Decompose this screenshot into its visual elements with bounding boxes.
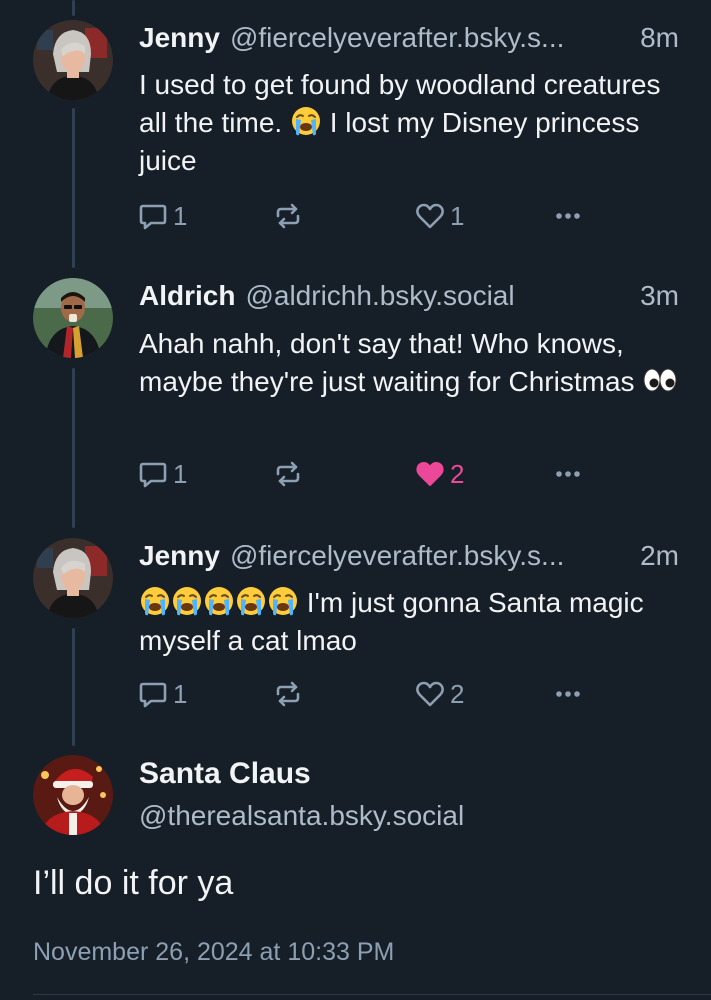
- avatar[interactable]: [33, 538, 113, 618]
- post-time[interactable]: 8m: [640, 22, 679, 54]
- main-post-text: I’ll do it for ya: [33, 864, 234, 902]
- santa-avatar[interactable]: [33, 755, 113, 835]
- heart-filled-icon: [414, 458, 446, 490]
- post-actions: 1 2: [137, 456, 597, 492]
- reply-button[interactable]: 1: [137, 456, 187, 492]
- like-count: 2: [450, 458, 465, 489]
- more-dots-icon: [552, 200, 584, 232]
- repost-button[interactable]: [272, 198, 308, 234]
- post-text: I used to get found by woodland creature…: [139, 66, 679, 180]
- like-button[interactable]: 2: [414, 676, 464, 712]
- more-options-button[interactable]: [552, 456, 584, 492]
- heart-icon: [414, 678, 446, 710]
- crying-face-icon: [290, 105, 322, 137]
- thread-post-3[interactable]: Jenny @fiercelyeverafter.bsky.s... 2m I'…: [0, 520, 711, 750]
- post-text-part: Ahah nahh, don't say that! Who knows, ma…: [139, 328, 635, 397]
- like-button[interactable]: 2: [414, 456, 464, 492]
- thread-post-1[interactable]: Jenny @fiercelyeverafter.bsky.s... 8m I …: [0, 0, 711, 260]
- like-button[interactable]: 1: [414, 198, 464, 234]
- reply-count: 1: [173, 458, 188, 489]
- author-handle[interactable]: @fiercelyeverafter.bsky.s...: [230, 540, 628, 572]
- post-time[interactable]: 2m: [640, 540, 679, 572]
- crying-face-icon: [235, 585, 267, 617]
- main-author-handle[interactable]: @therealsanta.bsky.social: [139, 800, 464, 832]
- more-dots-icon: [552, 458, 584, 490]
- post-time[interactable]: 3m: [640, 280, 679, 312]
- repost-arrows-icon: [272, 458, 304, 490]
- crying-face-icon: [171, 585, 203, 617]
- author-name[interactable]: Jenny: [139, 540, 220, 572]
- crying-face-icon: [139, 585, 171, 617]
- main-post-timestamp[interactable]: November 26, 2024 at 10:33 PM: [33, 938, 394, 967]
- repost-button[interactable]: [272, 456, 308, 492]
- repost-arrows-icon: [272, 678, 304, 710]
- repost-button[interactable]: [272, 676, 308, 712]
- more-options-button[interactable]: [552, 676, 584, 712]
- author-name[interactable]: Jenny: [139, 22, 220, 54]
- crying-face-icon: [267, 585, 299, 617]
- post-actions: 1 2: [137, 676, 597, 712]
- reply-count: 1: [173, 678, 188, 709]
- avatar[interactable]: [33, 20, 113, 100]
- more-dots-icon: [552, 678, 584, 710]
- avatar[interactable]: [33, 278, 113, 358]
- reply-bubble-icon: [137, 200, 169, 232]
- crying-face-icon: [203, 585, 235, 617]
- reply-button[interactable]: 1: [137, 676, 187, 712]
- eyes-icon: [643, 368, 677, 392]
- main-author-name[interactable]: Santa Claus: [139, 757, 311, 791]
- post-text: I'm just gonna Santa magic myself a cat …: [139, 584, 679, 660]
- reply-bubble-icon: [137, 458, 169, 490]
- reply-button[interactable]: 1: [137, 198, 187, 234]
- repost-arrows-icon: [272, 200, 304, 232]
- more-options-button[interactable]: [552, 198, 584, 234]
- author-name[interactable]: Aldrich: [139, 280, 235, 312]
- like-count: 2: [450, 678, 465, 709]
- thread-post-2[interactable]: Aldrich @aldrichh.bsky.social 3m Ahah na…: [0, 260, 711, 520]
- divider: [33, 994, 711, 995]
- author-handle[interactable]: @aldrichh.bsky.social: [245, 280, 628, 312]
- post-text: Ahah nahh, don't say that! Who knows, ma…: [139, 325, 679, 401]
- post-actions: 1 1: [137, 198, 597, 234]
- reply-count: 1: [173, 200, 188, 231]
- heart-icon: [414, 200, 446, 232]
- author-handle[interactable]: @fiercelyeverafter.bsky.s...: [230, 22, 628, 54]
- like-count: 1: [450, 200, 465, 231]
- reply-bubble-icon: [137, 678, 169, 710]
